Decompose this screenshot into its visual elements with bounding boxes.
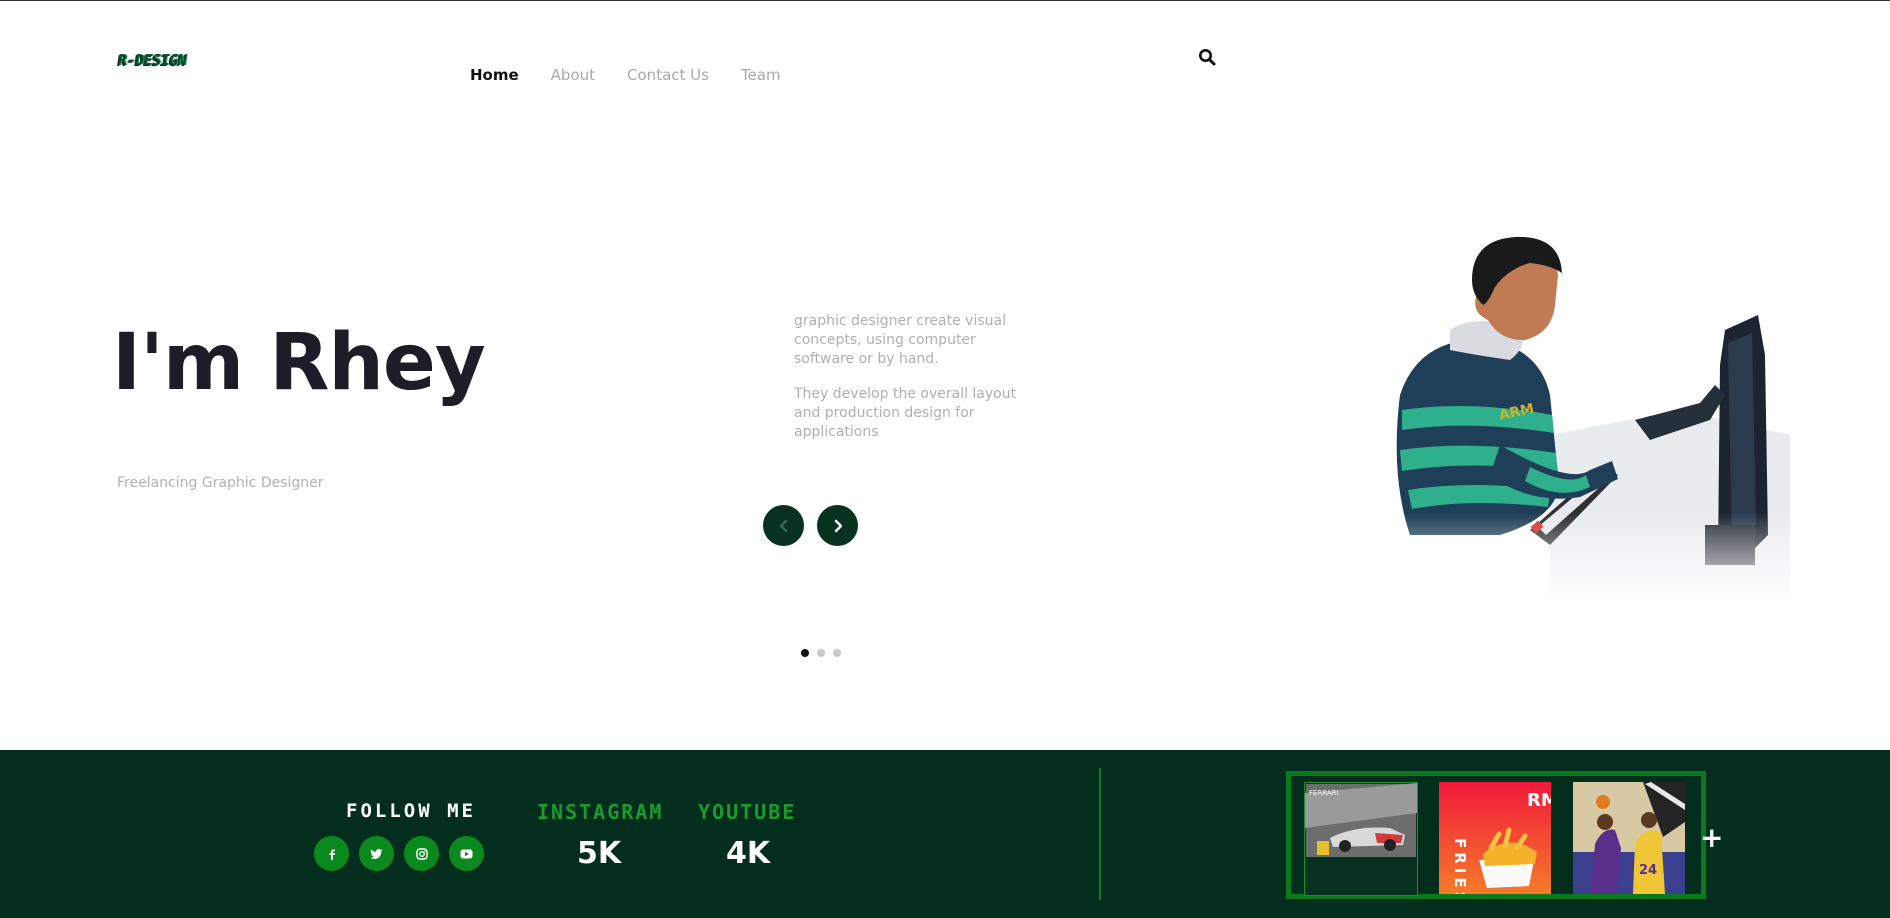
hero-title: I'm Rhey [112,318,486,408]
jersey-number: 24 [1639,863,1657,878]
ferrari-artwork: FERRARI [1305,783,1417,895]
instagram-button[interactable] [404,836,439,871]
nav-contact-us[interactable]: Contact Us [627,66,709,84]
instagram-icon [415,847,428,860]
description-paragraph: graphic designer create visual concepts,… [794,313,1006,367]
ferrari-caption: FERRARI [1309,789,1339,797]
twitter-icon [370,848,383,859]
slide-dot-3[interactable] [833,649,841,657]
instagram-stat-value: 5K [577,836,622,871]
site-logo[interactable]: R-DESIGN [116,50,210,74]
footer-divider [1099,768,1101,900]
search-icon [1199,49,1216,66]
slide-dot-1[interactable] [801,649,809,657]
twitter-button[interactable] [359,836,394,871]
facebook-icon [328,849,335,860]
gallery-thumb-fries[interactable]: RM FRIES [1439,782,1551,894]
search-button[interactable] [1198,48,1218,68]
youtube-button[interactable] [449,836,484,871]
fries-brand: RM [1527,790,1551,811]
youtube-icon [460,849,473,858]
hero-subtitle: Freelancing Graphic Designer [117,475,324,491]
nav-team[interactable]: Team [741,66,781,84]
youtube-stat-value: 4K [726,836,771,871]
gallery-more-button[interactable]: + [1700,821,1723,854]
gallery-thumb-basketball[interactable]: 24 [1573,782,1685,894]
portfolio-gallery: FERRARI RM FRIES 24 [1286,771,1706,899]
hero-description: graphic designer create visual concepts,… [794,312,1032,458]
social-links [314,836,484,871]
facebook-button[interactable] [314,836,349,871]
main-nav: Home About Contact Us Team [470,66,781,84]
fries-artwork: RM FRIES [1439,782,1551,894]
fries-caption: FRIES [1451,838,1469,894]
chevron-right-icon [834,519,842,532]
nav-about[interactable]: About [551,66,595,84]
next-slide-button[interactable] [817,505,858,546]
chevron-left-icon [779,519,787,532]
instagram-stat-label: INSTAGRAM [537,800,664,824]
nav-home[interactable]: Home [470,66,519,84]
gallery-thumb-ferrari[interactable]: FERRARI [1304,782,1418,896]
description-paragraph: They develop the overall layout and prod… [794,386,1017,440]
prev-slide-button[interactable] [763,505,804,546]
logo-text: R-DESIGN [116,51,188,69]
top-border [0,0,1890,1]
basketball-artwork: 24 [1573,782,1685,894]
slide-indicators [801,649,841,657]
follow-me-label: FOLLOW ME [346,800,476,822]
designer-illustration: ARM [1380,235,1790,605]
slide-dot-2[interactable] [817,649,825,657]
youtube-stat-label: YOUTUBE [698,800,797,824]
